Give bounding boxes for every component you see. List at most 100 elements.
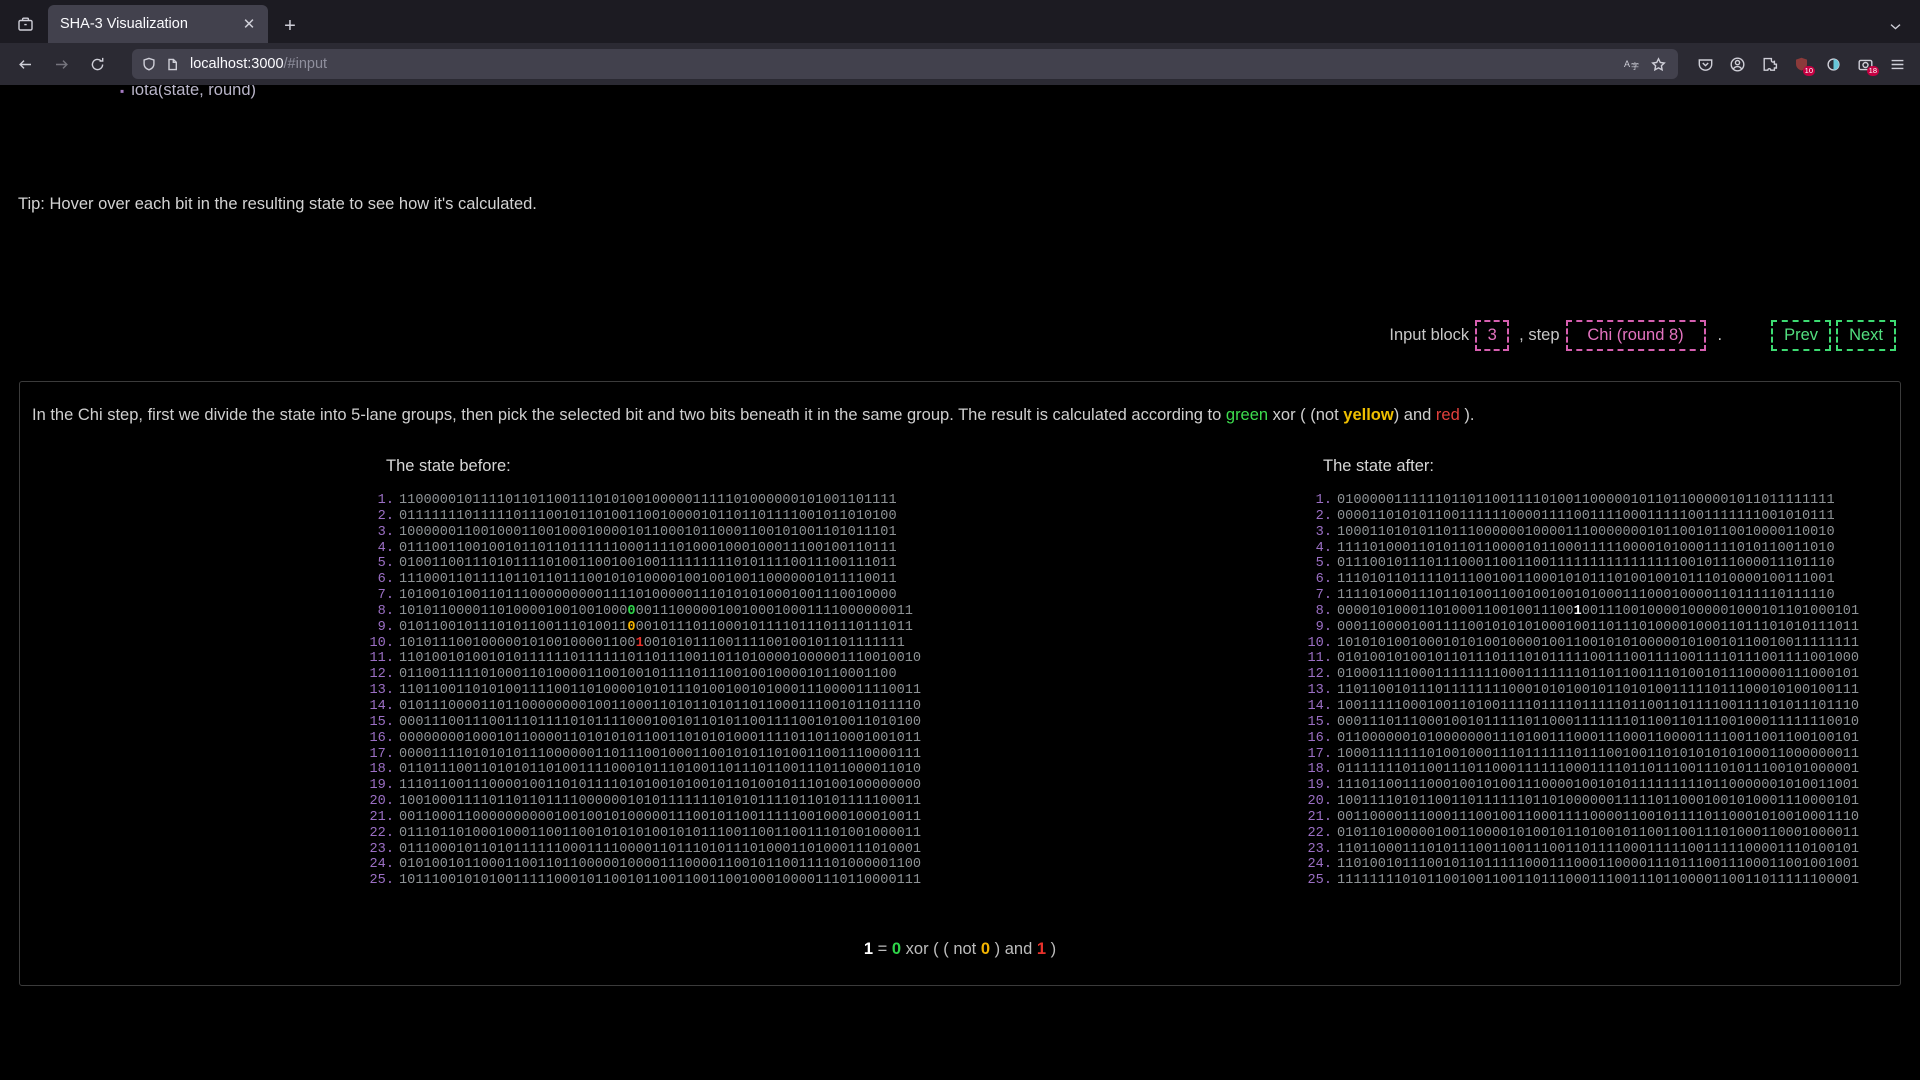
- bit-segment[interactable]: 0010111011000101111011101110111011: [636, 620, 913, 635]
- reload-icon[interactable]: [80, 48, 114, 80]
- bit-segment[interactable]: 0101001010010110111011101011111001110011…: [1337, 651, 1859, 666]
- state-bit-row[interactable]: 21.0011000110000000000100100101000001110…: [360, 810, 960, 826]
- bit-segment[interactable]: 0001110011100111011110101111000100101101…: [399, 715, 921, 730]
- prev-button[interactable]: Prev: [1771, 320, 1831, 351]
- bit-segment[interactable]: 1101100101110111111110001010100101101010…: [1337, 683, 1859, 698]
- bit-segment[interactable]: 1010010100110111000000000111101000001110…: [399, 588, 897, 603]
- state-bit-row[interactable]: 6.11101011011110111001001100010101110100…: [1298, 572, 1900, 588]
- bit-segment[interactable]: 1010110000110100001001001000: [399, 604, 627, 619]
- bit-segment[interactable]: 1100000101111011011001110101001000001111…: [399, 493, 897, 508]
- bit-segment[interactable]: 0001110111000100101111101100011111110110…: [1337, 715, 1859, 730]
- dark-reader-icon[interactable]: [1818, 49, 1848, 79]
- bit-segment[interactable]: 1111010001110110100110010010010100011100…: [1337, 588, 1835, 603]
- bit-segment[interactable]: 1001111010110011011111101101000000111110…: [1337, 794, 1859, 809]
- state-bit-row[interactable]: 3.10000001100100011001000100001011000101…: [360, 525, 960, 541]
- state-bit-row[interactable]: 20.1001000111101101101111000000101011111…: [360, 794, 960, 810]
- bit-segment[interactable]: 0011100000100100010001111000000011: [636, 604, 913, 619]
- state-bit-row[interactable]: 8.10101100001101000010010010000001110000…: [360, 604, 960, 620]
- step-name-selector[interactable]: Chi (round 8): [1566, 320, 1706, 351]
- highlighted-bit-red[interactable]: 1: [636, 636, 644, 651]
- new-tab-button[interactable]: +: [274, 9, 306, 43]
- highlighted-bit-yellow[interactable]: 0: [627, 620, 635, 635]
- hamburger-menu-icon[interactable]: [1882, 49, 1912, 79]
- bit-segment[interactable]: 0100011110001111111100011111110110110011…: [1337, 667, 1859, 682]
- back-arrow-icon[interactable]: [8, 48, 42, 80]
- bit-segment[interactable]: 0111001100100101101101111110001111010001…: [399, 541, 897, 556]
- ublock-origin-icon[interactable]: 10: [1786, 49, 1816, 79]
- bit-segment[interactable]: 0001100001001111001010101000100110111010…: [1337, 620, 1859, 635]
- url-text[interactable]: localhost:3000/#input: [185, 56, 1619, 72]
- bit-segment[interactable]: 0011000110000000000100100101000001110010…: [399, 810, 921, 825]
- state-bit-row[interactable]: 10.1010111001000001010010000110010010101…: [360, 636, 960, 652]
- state-bit-row[interactable]: 25.1011100101010011111000101100101100110…: [360, 873, 960, 889]
- highlighted-bit-green[interactable]: 0: [627, 604, 635, 619]
- forward-arrow-icon[interactable]: [44, 48, 78, 80]
- state-bit-row[interactable]: 17.1000111111101001000111011111101110010…: [1298, 747, 1900, 763]
- state-bit-row[interactable]: 12.0100011110001111111100011111110110110…: [1298, 667, 1900, 683]
- bit-segment[interactable]: 0111111101111101110010110100110010000101…: [399, 509, 897, 524]
- bit-segment[interactable]: 0000110101011001111110000111100111100011…: [1337, 509, 1835, 524]
- bit-segment[interactable]: 1001111100010011010011110111101111101100…: [1337, 699, 1859, 714]
- state-bit-row[interactable]: 16.0110000001010000000111010011100011100…: [1298, 731, 1900, 747]
- bit-segment[interactable]: 0101100101110101100111010011: [399, 620, 627, 635]
- state-bit-row[interactable]: 6.11100011011110110110111001010100001001…: [360, 572, 960, 588]
- account-icon[interactable]: [1722, 49, 1752, 79]
- state-bit-row[interactable]: 1.01000001111110110110011110100110000010…: [1298, 493, 1900, 509]
- state-bit-row[interactable]: 10.1010101001000101010010000100110010101…: [1298, 636, 1900, 652]
- state-bit-row[interactable]: 22.0101101000001001100001010010110100101…: [1298, 826, 1900, 842]
- bit-segment[interactable]: 10101110010000010100100001100: [399, 636, 636, 651]
- bit-segment[interactable]: 0111000101101011111100011110000110111010…: [399, 842, 921, 857]
- state-bit-row[interactable]: 14.0101110000110110000000010011000110101…: [360, 699, 960, 715]
- bit-segment[interactable]: 0011000011100011100100110001111000011001…: [1337, 810, 1859, 825]
- bit-segment[interactable]: 1000111111101001000111011111101110010011…: [1337, 747, 1859, 762]
- bit-segment[interactable]: 0000111101010101110000001101110010001100…: [399, 747, 921, 762]
- state-bit-row[interactable]: 9.00011000010011110010101010001001101110…: [1298, 620, 1900, 636]
- bit-segment[interactable]: 1111111101011001001100110111000111001110…: [1337, 873, 1859, 888]
- state-bit-row[interactable]: 18.0111111101100111011000111111000111101…: [1298, 762, 1900, 778]
- browser-tab[interactable]: SHA-3 Visualization ✕: [48, 5, 268, 43]
- bit-segment[interactable]: 0111011010001000110011001010101001010111…: [399, 826, 921, 841]
- bit-segment[interactable]: 1110101101111011100100110001010111010010…: [1337, 572, 1835, 587]
- firefox-view-icon[interactable]: [4, 5, 46, 43]
- bit-segment[interactable]: 1000000110010001100100010000101100010110…: [399, 525, 897, 540]
- url-bar[interactable]: localhost:3000/#input A字: [132, 49, 1678, 79]
- state-bit-row[interactable]: 24.0101001011000110011011000001000011100…: [360, 857, 960, 873]
- translate-icon[interactable]: A字: [1619, 51, 1645, 77]
- bit-segment[interactable]: 0111111101100111011000111111000111101101…: [1337, 762, 1859, 777]
- state-bit-row[interactable]: 20.1001111010110011011111101101000000111…: [1298, 794, 1900, 810]
- state-bit-row[interactable]: 25.1111111101011001001100110111000111001…: [1298, 873, 1900, 889]
- pocket-icon[interactable]: [1690, 49, 1720, 79]
- state-bit-row[interactable]: 5.01110010111011100011001100111111111111…: [1298, 556, 1900, 572]
- state-bit-row[interactable]: 4.01110011001001011011011111100011110100…: [360, 541, 960, 557]
- state-bit-row[interactable]: 11.0101001010010110111011101011111001110…: [1298, 651, 1900, 667]
- state-bit-row[interactable]: 7.10100101001101110000000001111010000011…: [360, 588, 960, 604]
- state-bit-row[interactable]: 3.10001101010110111000000100001110000000…: [1298, 525, 1900, 541]
- bit-segment[interactable]: 00001010001101000110010011100: [1337, 604, 1574, 619]
- state-bit-row[interactable]: 23.0111000101101011111100011110000110111…: [360, 842, 960, 858]
- state-bit-row[interactable]: 18.0110111001101010110100111100010111010…: [360, 762, 960, 778]
- highlighted-bit-white[interactable]: 1: [1574, 604, 1582, 619]
- state-bit-row[interactable]: 4.11110100011010110110000101100011111000…: [1298, 541, 1900, 557]
- next-button[interactable]: Next: [1836, 320, 1896, 351]
- state-bit-row[interactable]: 5.01001100111010111101001100100100111111…: [360, 556, 960, 572]
- bit-segment[interactable]: 1110110011100001001101011110101001010010…: [399, 778, 921, 793]
- state-bit-row[interactable]: 14.1001111100010011010011110111101111101…: [1298, 699, 1900, 715]
- state-bit-row[interactable]: 2.00001101010110011111100001111001111000…: [1298, 509, 1900, 525]
- state-bit-row[interactable]: 8.00001010001101000110010011100100111001…: [1298, 604, 1900, 620]
- bit-segment[interactable]: 1101001010010101111110111111011011100110…: [399, 651, 921, 666]
- state-bit-row[interactable]: 15.0001110011100111011110101111000100101…: [360, 715, 960, 731]
- bit-segment[interactable]: 0110111001101010110100111100010111010011…: [399, 762, 921, 777]
- bit-segment[interactable]: 0011100100001000001000101101000101: [1582, 604, 1859, 619]
- bit-segment[interactable]: 0111001011101110001100110011111111111111…: [1337, 556, 1835, 571]
- bit-segment[interactable]: 0101001011000110011011000001000011100001…: [399, 857, 921, 872]
- bit-segment[interactable]: 0100110011101011110100110010010011111111…: [399, 556, 897, 571]
- bit-segment[interactable]: 00101011100111100100101101111111: [644, 636, 905, 651]
- state-bit-row[interactable]: 13.1101100110101001111001101000010101110…: [360, 683, 960, 699]
- chevron-down-icon[interactable]: [1878, 9, 1912, 43]
- bit-segment[interactable]: 1101100011101011100110011100110111100011…: [1337, 842, 1859, 857]
- state-bit-row[interactable]: 12.0110011111010001101000011001001011110…: [360, 667, 960, 683]
- bit-segment[interactable]: 1010101001000101010010000100110010101000…: [1337, 636, 1859, 651]
- close-icon[interactable]: ✕: [238, 13, 260, 35]
- screenshot-icon[interactable]: 18: [1850, 49, 1880, 79]
- bit-segment[interactable]: 0110011111010001101000011001001011110111…: [399, 667, 897, 682]
